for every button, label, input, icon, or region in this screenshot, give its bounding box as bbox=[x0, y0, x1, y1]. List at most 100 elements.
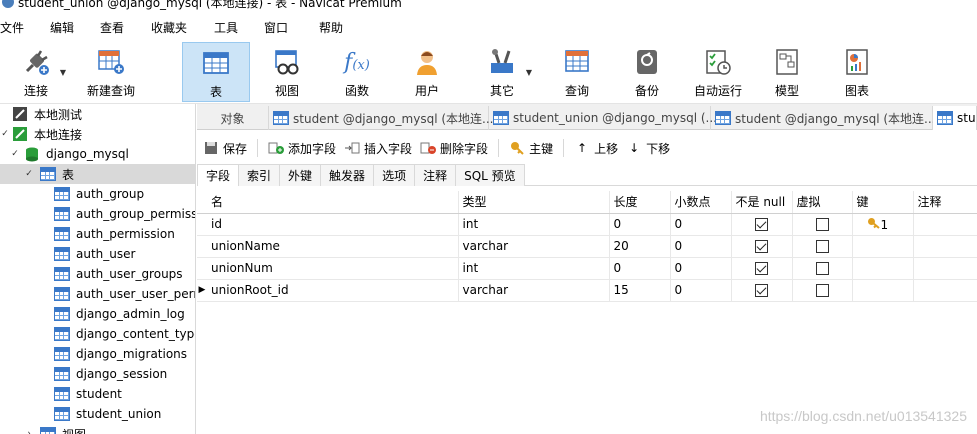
delete-field-button[interactable]: 删除字段 bbox=[420, 140, 488, 157]
field-length-cell[interactable]: 0 bbox=[609, 213, 671, 236]
connection-tree[interactable]: 本地测试 ✓ 本地连接 ✓ django_mysql ✓ 表 auth_grou… bbox=[0, 104, 196, 434]
field-length-cell[interactable]: 0 bbox=[609, 257, 671, 280]
tree-item-tables[interactable]: ✓ 表 bbox=[0, 164, 195, 184]
chevron-down-icon[interactable]: ▼ bbox=[526, 68, 532, 77]
field-type-cell[interactable]: int bbox=[458, 213, 610, 236]
fields-grid[interactable]: 名 类型 长度 小数点 不是 null 虚拟 键 注释 id int 0 0 1 unio… bbox=[197, 191, 977, 434]
subtab-indexes[interactable]: 索引 bbox=[239, 164, 281, 186]
not-null-checkbox[interactable] bbox=[755, 262, 768, 275]
tree-item-table[interactable]: auth_group bbox=[0, 184, 195, 204]
not-null-checkbox[interactable] bbox=[755, 240, 768, 253]
field-length-cell[interactable]: 20 bbox=[609, 235, 671, 258]
tree-item-table[interactable]: django_migrations bbox=[0, 344, 195, 364]
key-cell[interactable] bbox=[852, 235, 914, 258]
tab-student-design[interactable]: student @django_mysql (本地连... bbox=[711, 106, 936, 130]
user-tool-button[interactable]: 用户 bbox=[402, 42, 452, 102]
key-cell[interactable] bbox=[852, 279, 914, 302]
new-query-button[interactable]: 新建查询 bbox=[80, 42, 142, 102]
table-tool-button[interactable]: 表 bbox=[182, 42, 250, 102]
field-comment-cell[interactable] bbox=[913, 279, 977, 302]
virtual-cell[interactable] bbox=[792, 257, 853, 280]
move-up-button[interactable]: ↑ 上移 bbox=[574, 140, 618, 157]
field-decimals-cell[interactable]: 0 bbox=[670, 279, 732, 302]
tree-item-database[interactable]: ✓ django_mysql bbox=[0, 144, 195, 164]
menu-file[interactable]: 文件 bbox=[0, 19, 50, 36]
field-decimals-cell[interactable]: 0 bbox=[670, 213, 732, 236]
not-null-checkbox[interactable] bbox=[755, 218, 768, 231]
subtab-foreign-keys[interactable]: 外键 bbox=[280, 164, 322, 186]
field-decimals-cell[interactable]: 0 bbox=[670, 235, 732, 258]
subtab-sql-preview[interactable]: SQL 预览 bbox=[456, 164, 525, 186]
virtual-cell[interactable] bbox=[792, 235, 853, 258]
menu-tools[interactable]: 工具 bbox=[214, 19, 264, 36]
tree-item-table[interactable]: auth_user bbox=[0, 244, 195, 264]
tab-objects[interactable]: 对象 bbox=[197, 106, 269, 130]
column-header-type[interactable]: 类型 bbox=[458, 191, 610, 214]
field-type-cell[interactable]: varchar bbox=[458, 279, 610, 302]
virtual-checkbox[interactable] bbox=[815, 240, 829, 253]
virtual-checkbox[interactable] bbox=[815, 284, 829, 297]
column-header-not-null[interactable]: 不是 null bbox=[731, 191, 793, 214]
tree-item-table[interactable]: auth_group_permiss bbox=[0, 204, 195, 224]
tree-item-table[interactable]: django_content_type bbox=[0, 324, 195, 344]
menu-favorites[interactable]: 收藏夹 bbox=[151, 19, 214, 36]
field-decimals-cell[interactable]: 0 bbox=[670, 257, 732, 280]
tree-item-views[interactable]: › 视图 bbox=[0, 424, 195, 434]
view-tool-button[interactable]: 视图 bbox=[262, 42, 312, 102]
tree-item-table[interactable]: django_session bbox=[0, 364, 195, 384]
subtab-triggers[interactable]: 触发器 bbox=[321, 164, 375, 186]
not-null-cell[interactable] bbox=[731, 235, 793, 258]
virtual-cell[interactable] bbox=[792, 279, 853, 302]
subtab-comment[interactable]: 注释 bbox=[415, 164, 457, 186]
field-comment-cell[interactable] bbox=[913, 213, 977, 236]
column-header-comment[interactable]: 注释 bbox=[913, 191, 977, 214]
tree-item-table[interactable]: student_union bbox=[0, 404, 195, 424]
tree-item-table[interactable]: auth_user_groups bbox=[0, 264, 195, 284]
autorun-tool-button[interactable]: 自动运行 bbox=[688, 42, 748, 102]
others-tool-button[interactable]: 其它 ▼ bbox=[474, 42, 532, 102]
expand-arrow-icon[interactable]: ✓ bbox=[0, 129, 10, 139]
field-row[interactable]: id int 0 0 1 bbox=[197, 213, 977, 236]
save-button[interactable]: 保存 bbox=[203, 140, 247, 157]
not-null-cell[interactable] bbox=[731, 213, 793, 236]
expand-arrow-icon[interactable]: ✓ bbox=[10, 149, 20, 159]
field-row[interactable]: unionName varchar 20 0 bbox=[197, 235, 977, 258]
field-row[interactable]: ▶ unionRoot_id varchar 15 0 bbox=[197, 279, 977, 302]
virtual-cell[interactable] bbox=[792, 213, 853, 236]
insert-field-button[interactable]: 插入字段 bbox=[344, 140, 412, 157]
subtab-options[interactable]: 选项 bbox=[374, 164, 416, 186]
add-field-button[interactable]: 添加字段 bbox=[268, 140, 336, 157]
tree-item-table[interactable]: auth_permission bbox=[0, 224, 195, 244]
field-name-cell[interactable]: unionName bbox=[207, 235, 459, 258]
primary-key-button[interactable]: 主键 bbox=[509, 140, 553, 157]
model-tool-button[interactable]: 模型 bbox=[762, 42, 812, 102]
field-length-cell[interactable]: 15 bbox=[609, 279, 671, 302]
expand-arrow-icon[interactable]: › bbox=[24, 429, 34, 434]
chart-tool-button[interactable]: 图表 bbox=[832, 42, 882, 102]
tree-item-local-connection[interactable]: ✓ 本地连接 bbox=[0, 124, 195, 144]
column-header-virtual[interactable]: 虚拟 bbox=[792, 191, 853, 214]
menu-help[interactable]: 帮助 bbox=[319, 19, 369, 36]
tree-item-table[interactable]: django_admin_log bbox=[0, 304, 195, 324]
not-null-cell[interactable] bbox=[731, 257, 793, 280]
column-header-name[interactable]: 名 bbox=[207, 191, 459, 214]
virtual-checkbox[interactable] bbox=[815, 262, 829, 275]
column-header-length[interactable]: 长度 bbox=[609, 191, 671, 214]
move-down-button[interactable]: ↓ 下移 bbox=[626, 140, 670, 157]
menu-view[interactable]: 查看 bbox=[100, 19, 151, 36]
connect-button[interactable]: 连接 ▼ bbox=[8, 42, 66, 102]
column-header-key[interactable]: 键 bbox=[852, 191, 914, 214]
tab-current[interactable]: stu bbox=[933, 106, 977, 130]
backup-tool-button[interactable]: 备份 bbox=[622, 42, 672, 102]
field-comment-cell[interactable] bbox=[913, 257, 977, 280]
expand-arrow-icon[interactable]: ✓ bbox=[24, 169, 34, 179]
field-name-cell[interactable]: unionNum bbox=[207, 257, 459, 280]
field-name-cell[interactable]: unionRoot_id bbox=[207, 279, 459, 302]
tab-student[interactable]: student @django_mysql (本地连... bbox=[269, 106, 494, 130]
tree-item-table[interactable]: auth_user_user_perm bbox=[0, 284, 195, 304]
field-row[interactable]: unionNum int 0 0 bbox=[197, 257, 977, 280]
query-tool-button[interactable]: 查询 bbox=[552, 42, 602, 102]
menu-window[interactable]: 窗口 bbox=[264, 19, 319, 36]
tab-student-union[interactable]: student_union @django_mysql (... bbox=[489, 106, 717, 130]
field-type-cell[interactable]: int bbox=[458, 257, 610, 280]
